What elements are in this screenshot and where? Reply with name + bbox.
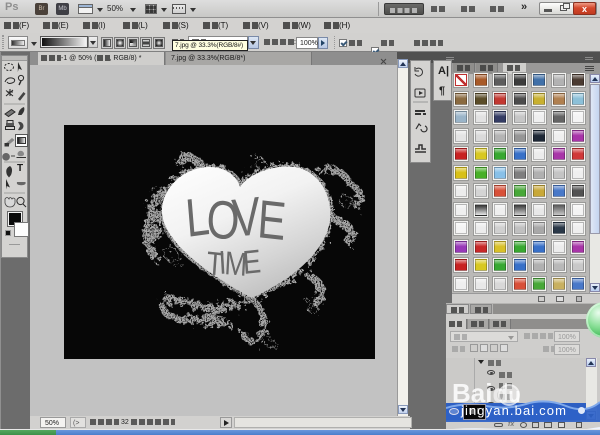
svg-text:TIME: TIME bbox=[205, 244, 262, 284]
svg-text:LOVE: LOVE bbox=[183, 186, 288, 252]
